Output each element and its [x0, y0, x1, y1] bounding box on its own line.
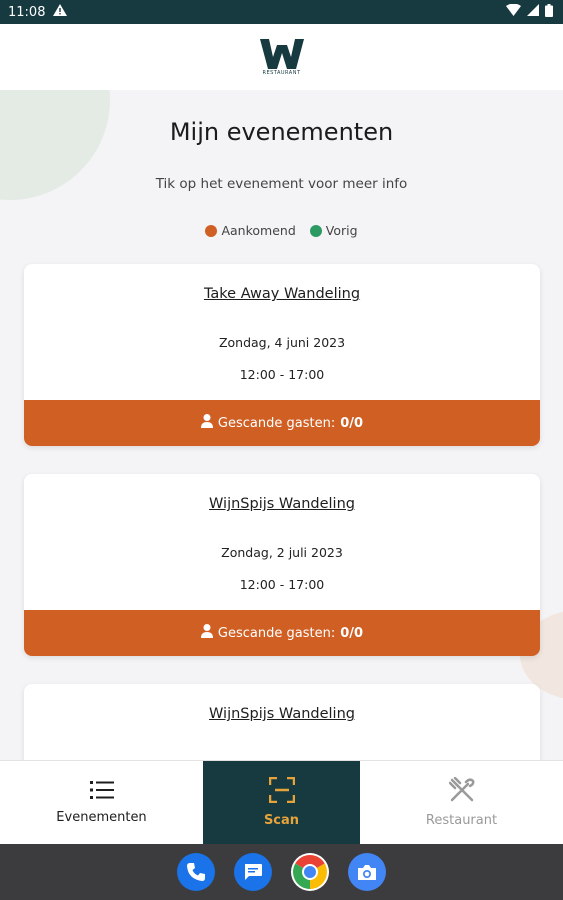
logo-subtitle: RESTAURANT — [262, 69, 301, 76]
legend-label: Aankomend — [221, 223, 296, 238]
page-subtitle: Tik op het evenement voor meer info — [155, 176, 408, 192]
battery-icon — [545, 3, 553, 21]
event-date: Zondag, 2 juli 2023 — [221, 545, 343, 560]
event-title[interactable]: Take Away Wandeling — [24, 286, 540, 302]
event-title[interactable]: WijnSpijs Wandeling — [24, 706, 540, 722]
messages-app-icon[interactable] — [234, 853, 272, 891]
tab-events-label: Evenementen — [56, 810, 147, 825]
event-date: Zondag, 4 juni 2023 — [218, 335, 346, 350]
restaurant-logo: RESTAURANT — [259, 38, 304, 76]
event-card[interactable]: Take Away Wandeling Zondag, 4 juni 2023 … — [24, 264, 540, 446]
tab-events[interactable]: Evenementen — [0, 761, 203, 844]
legend-label: Vorig — [325, 223, 358, 238]
page-title: Mijn evenementen — [169, 118, 394, 146]
user-icon — [200, 414, 213, 432]
user-icon — [200, 624, 213, 642]
scanned-guests-count: 0/0 — [340, 625, 364, 641]
wifi-icon — [506, 3, 521, 20]
warning-icon — [53, 4, 68, 20]
scanned-guests-label: Gescande gasten: — [217, 625, 336, 641]
event-time: 12:00 - 17:00 — [239, 577, 325, 592]
phone-app-icon[interactable] — [177, 853, 215, 891]
chrome-app-icon[interactable] — [291, 853, 329, 891]
event-card[interactable]: WijnSpijs Wandeling Zondag, 2 juli 2023 … — [24, 474, 540, 656]
bottom-navigation: Evenementen Scan Restaurant — [0, 760, 563, 844]
legend-item-upcoming: Aankomend — [205, 223, 296, 238]
tab-scan[interactable]: Scan — [203, 761, 360, 844]
logo-w-icon — [259, 38, 304, 69]
status-bar: 11:08 — [0, 0, 563, 24]
tab-scan-label: Scan — [263, 813, 300, 828]
scanned-guests-count: 0/0 — [340, 415, 364, 431]
tab-restaurant[interactable]: Restaurant — [360, 761, 563, 844]
previous-dot-icon — [309, 224, 322, 237]
scanned-guests-bar: Gescande gasten: 0/0 — [24, 610, 540, 656]
event-time: 12:00 - 17:00 — [239, 367, 325, 382]
fork-knife-icon — [448, 776, 475, 807]
event-card[interactable]: WijnSpijs Wandeling — [24, 684, 540, 760]
upcoming-dot-icon — [205, 224, 218, 237]
scan-icon — [268, 776, 295, 807]
signal-icon — [527, 4, 539, 20]
legend-item-previous: Vorig — [309, 223, 358, 238]
status-time: 11:08 — [8, 4, 46, 20]
camera-app-icon[interactable] — [348, 853, 386, 891]
scanned-guests-label: Gescande gasten: — [217, 415, 336, 431]
scanned-guests-bar: Gescande gasten: 0/0 — [24, 400, 540, 446]
android-dock — [0, 844, 563, 900]
app-header: RESTAURANT — [0, 24, 563, 90]
legend: Aankomend Vorig — [0, 223, 563, 238]
events-content[interactable]: Mijn evenementen Tik op het evenement vo… — [0, 90, 563, 760]
event-title[interactable]: WijnSpijs Wandeling — [24, 496, 540, 512]
tab-restaurant-label: Restaurant — [425, 813, 498, 828]
list-icon — [89, 780, 114, 804]
